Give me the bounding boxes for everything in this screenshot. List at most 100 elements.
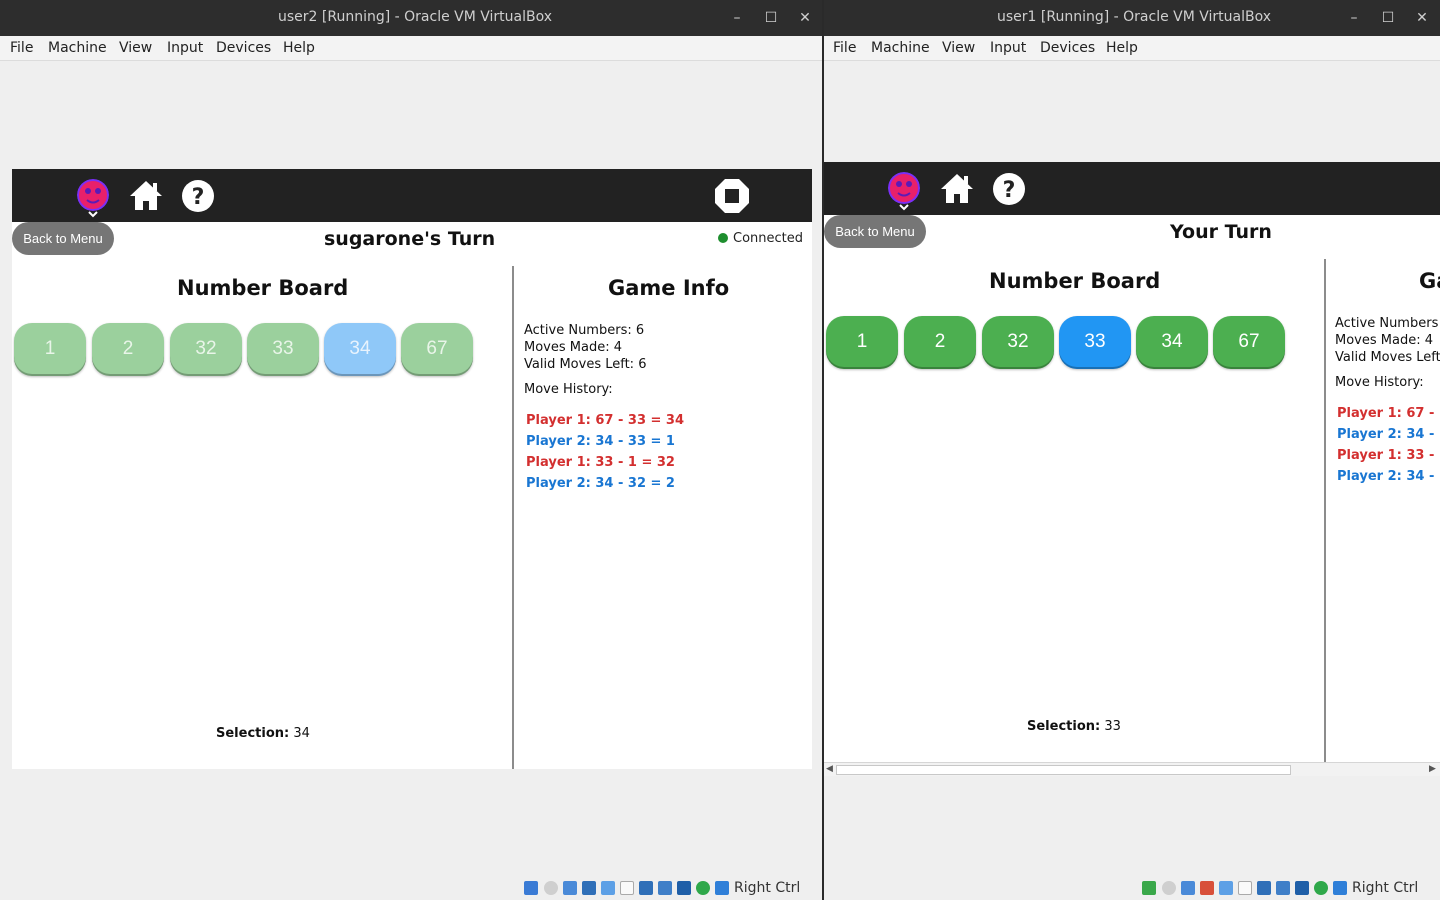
optical-drive-icon[interactable] — [1162, 881, 1176, 895]
menu-devices[interactable]: Devices — [216, 40, 271, 56]
close-icon[interactable]: ✕ — [1412, 8, 1432, 28]
usb-icon[interactable] — [1219, 881, 1233, 895]
valid-moves-left: Valid Moves Left — [1335, 350, 1440, 365]
svg-text:?: ? — [192, 185, 205, 210]
horizontal-scrollbar[interactable]: ◀ ▶ — [824, 762, 1440, 776]
help-icon[interactable]: ? — [992, 172, 1026, 206]
chevron-down-icon[interactable] — [87, 209, 99, 219]
number-tile[interactable]: 67 — [401, 323, 473, 376]
number-tile[interactable]: 34 — [1136, 316, 1208, 369]
network-icon[interactable] — [582, 881, 596, 895]
turn-indicator: Your Turn — [1170, 221, 1272, 243]
scroll-right-icon[interactable]: ▶ — [1429, 763, 1436, 776]
moves-made: Moves Made: 4 — [524, 340, 622, 355]
number-tile[interactable]: 67 — [1213, 316, 1285, 369]
mouse-integration-icon[interactable] — [1314, 881, 1328, 895]
number-tile-selected[interactable]: 34 — [324, 323, 396, 376]
number-tile[interactable]: 2 — [92, 323, 164, 376]
hard-disk-icon[interactable] — [1142, 881, 1156, 895]
audio-icon[interactable] — [1181, 881, 1195, 895]
menu-devices[interactable]: Devices — [1040, 40, 1095, 56]
vbox-status-bar: Right Ctrl — [1142, 877, 1440, 899]
network-icon[interactable] — [1200, 881, 1214, 895]
scroll-left-icon[interactable]: ◀ — [826, 763, 833, 776]
menu-machine[interactable]: Machine — [871, 40, 930, 56]
game-top-bar: ? — [12, 169, 812, 222]
game-top-bar: ? — [824, 162, 1440, 215]
shared-folders-icon[interactable] — [1238, 881, 1252, 895]
keyboard-capture-icon[interactable] — [715, 881, 729, 895]
active-numbers: Active Numbers: 6 — [524, 323, 645, 338]
title-bar[interactable]: user1 [Running] - Oracle VM VirtualBox –… — [824, 0, 1440, 36]
menu-file[interactable]: File — [833, 40, 856, 56]
menu-help[interactable]: Help — [283, 40, 315, 56]
number-tile-selected[interactable]: 33 — [1059, 316, 1131, 369]
avatar-icon[interactable] — [888, 172, 920, 204]
selection-value: 34 — [293, 726, 310, 741]
number-tile[interactable]: 32 — [170, 323, 242, 376]
number-tile[interactable]: 2 — [904, 316, 976, 369]
chevron-down-icon[interactable] — [898, 202, 910, 212]
home-icon[interactable] — [128, 179, 164, 212]
display-icon[interactable] — [639, 881, 653, 895]
maximize-icon[interactable]: ☐ — [761, 8, 781, 28]
usb-icon[interactable] — [601, 881, 615, 895]
vbox-window-user1: user1 [Running] - Oracle VM VirtualBox –… — [824, 0, 1440, 900]
number-tile[interactable]: 33 — [247, 323, 319, 376]
number-board-title: Number Board — [177, 276, 349, 300]
minimize-icon[interactable]: – — [1344, 8, 1364, 28]
menu-machine[interactable]: Machine — [48, 40, 107, 56]
cpu-icon[interactable] — [1295, 881, 1309, 895]
display-icon[interactable] — [1257, 881, 1271, 895]
menu-input[interactable]: Input — [990, 40, 1026, 56]
maximize-icon[interactable]: ☐ — [1378, 8, 1398, 28]
title-bar[interactable]: user2 [Running] - Oracle VM VirtualBox –… — [0, 0, 822, 36]
history-item: Player 2: 34 - 32 = 2 — [526, 476, 675, 491]
menu-input[interactable]: Input — [167, 40, 203, 56]
host-key-label: Right Ctrl — [1352, 880, 1419, 896]
back-to-menu-button[interactable]: Back to Menu — [12, 222, 114, 255]
window-title: user1 [Running] - Oracle VM VirtualBox — [997, 9, 1272, 25]
shared-folders-icon[interactable] — [620, 881, 634, 895]
menu-view[interactable]: View — [942, 40, 975, 56]
selection-display: Selection: 34 — [216, 726, 310, 741]
keyboard-capture-icon[interactable] — [1333, 881, 1347, 895]
panel-divider — [512, 266, 514, 769]
audio-icon[interactable] — [563, 881, 577, 895]
cpu-icon[interactable] — [677, 881, 691, 895]
active-numbers: Active Numbers — [1335, 316, 1439, 331]
move-history-label: Move History: — [1335, 375, 1424, 390]
back-to-menu-button[interactable]: Back to Menu — [824, 215, 926, 248]
number-board-title: Number Board — [989, 269, 1161, 293]
avatar-icon[interactable] — [77, 179, 109, 211]
svg-text:?: ? — [1003, 178, 1016, 203]
minimize-icon[interactable]: – — [727, 8, 747, 28]
home-icon[interactable] — [939, 172, 975, 205]
help-icon[interactable]: ? — [181, 179, 215, 213]
desktop: user2 [Running] - Oracle VM VirtualBox –… — [0, 0, 1440, 900]
recording-icon[interactable] — [1276, 881, 1290, 895]
menu-help[interactable]: Help — [1106, 40, 1138, 56]
hard-disk-icon[interactable] — [524, 881, 538, 895]
history-item: Player 2: 34 - — [1337, 469, 1435, 484]
menu-view[interactable]: View — [119, 40, 152, 56]
optical-drive-icon[interactable] — [544, 881, 558, 895]
history-item: Player 1: 67 - — [1337, 406, 1435, 421]
scrollbar-thumb[interactable] — [836, 765, 1291, 775]
stop-icon[interactable] — [714, 178, 750, 214]
moves-made: Moves Made: 4 — [1335, 333, 1433, 348]
window-title: user2 [Running] - Oracle VM VirtualBox — [278, 9, 553, 25]
history-item: Player 2: 34 - 33 = 1 — [526, 434, 675, 449]
number-tile[interactable]: 32 — [982, 316, 1054, 369]
panel-divider — [1324, 259, 1326, 762]
menu-bar: File Machine View Input Devices Help — [0, 36, 822, 61]
game-info-title: Game Info — [608, 276, 730, 300]
connection-status: Connected — [718, 231, 803, 246]
close-icon[interactable]: ✕ — [795, 8, 815, 28]
number-tile[interactable]: 1 — [826, 316, 898, 369]
number-tile[interactable]: 1 — [14, 323, 86, 376]
recording-icon[interactable] — [658, 881, 672, 895]
mouse-integration-icon[interactable] — [696, 881, 710, 895]
menu-file[interactable]: File — [10, 40, 33, 56]
host-key-label: Right Ctrl — [734, 880, 801, 896]
